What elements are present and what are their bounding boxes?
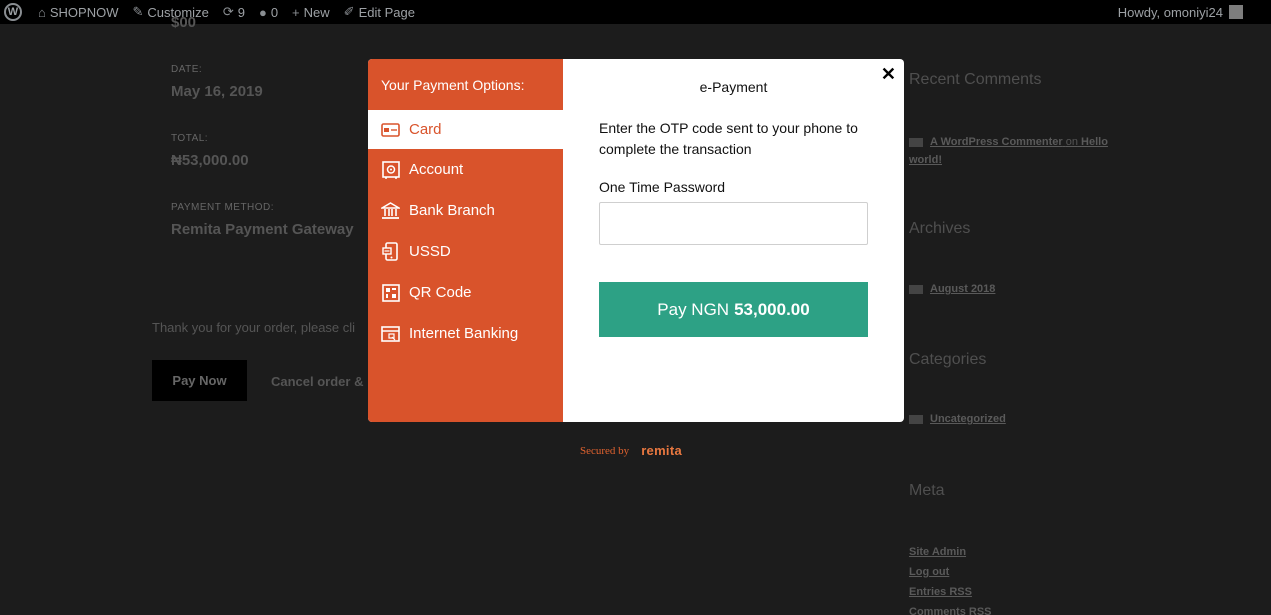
payment-options-menu: Your Payment Options: Card Account Bank … — [368, 59, 563, 422]
on-text: on — [1065, 136, 1078, 148]
meta-link-logout[interactable]: Log out — [909, 566, 949, 578]
folder-icon — [909, 284, 923, 294]
meta-title: Meta — [909, 482, 945, 499]
new-content-link[interactable]: + New — [292, 0, 338, 24]
avatar — [1229, 5, 1243, 19]
folder-icon — [909, 414, 923, 424]
recent-comment-item: A WordPress Commenter on Hello world! — [909, 133, 1129, 169]
site-name-link[interactable]: ⌂ SHOPNOW — [38, 0, 126, 24]
pay-now-button[interactable]: Pay Now — [152, 360, 247, 401]
payment-method-value: Remita Payment Gateway — [171, 221, 354, 238]
date-label: DATE: — [171, 64, 203, 75]
thanks-text: Thank you for your order, please cli — [152, 320, 356, 335]
comments-link[interactable]: ● 0 — [259, 0, 286, 24]
total-label: TOTAL: — [171, 133, 209, 144]
payment-modal: Your Payment Options: Card Account Bank … — [368, 59, 904, 422]
date-value: May 16, 2019 — [171, 83, 263, 100]
panel-title: e-Payment — [699, 79, 768, 95]
category-link[interactable]: Uncategorized — [909, 413, 1006, 425]
commenter-link[interactable]: A WordPress Commenter — [930, 136, 1063, 148]
safe-icon — [381, 160, 400, 179]
total-value: ₦53,000.00 — [171, 152, 249, 169]
card-icon — [381, 120, 400, 139]
comment-bubble-icon: ● — [258, 4, 267, 20]
archive-link[interactable]: August 2018 — [909, 283, 995, 295]
option-internet-banking[interactable]: Internet Banking — [368, 313, 563, 354]
meta-link-entries-rss[interactable]: Entries RSS — [909, 586, 972, 598]
option-bank-branch[interactable]: Bank Branch — [368, 190, 563, 231]
option-card[interactable]: Card — [368, 110, 563, 149]
comment-icon — [909, 137, 923, 147]
payment-method-label: PAYMENT METHOD: — [171, 202, 275, 213]
pencil-icon: ✐ — [343, 4, 355, 19]
cancel-order-link[interactable]: Cancel order & re — [271, 374, 379, 389]
option-qr-code[interactable]: QR Code — [368, 272, 563, 313]
secured-by-footer: Secured by remita — [580, 443, 682, 458]
archives-title: Archives — [909, 220, 971, 237]
option-ussd[interactable]: USSD — [368, 231, 563, 272]
option-account[interactable]: Account — [368, 149, 563, 190]
browser-icon — [381, 324, 400, 343]
qr-code-icon — [381, 283, 400, 302]
updates-link[interactable]: ⟳ 9 — [223, 0, 253, 24]
refresh-icon: ⟳ — [222, 4, 234, 19]
categories-title: Categories — [909, 351, 987, 368]
account-menu[interactable]: Howdy, omoniyi24 — [1118, 5, 1271, 20]
dashboard-icon: ⌂ — [38, 4, 46, 20]
bank-icon — [381, 201, 400, 220]
otp-instructions: Enter the OTP code sent to your phone to… — [599, 120, 858, 157]
order-top-value: $00 — [171, 14, 197, 31]
payment-options-title: Your Payment Options: — [381, 76, 525, 93]
otp-label: One Time Password — [599, 179, 726, 195]
secured-by-text: Secured by — [580, 444, 630, 457]
meta-link-site-admin[interactable]: Site Admin — [909, 546, 966, 558]
close-icon[interactable]: ✕ — [881, 64, 896, 85]
meta-link-comments-rss[interactable]: Comments RSS — [909, 606, 992, 615]
plus-icon: + — [292, 4, 300, 20]
recent-comments-title: Recent Comments — [909, 71, 1042, 88]
phone-icon — [381, 242, 400, 261]
pay-button-prefix: Pay NGN — [657, 299, 730, 319]
wordpress-logo-icon[interactable]: W — [0, 0, 38, 24]
pay-button-amount: 53,000.00 — [734, 299, 810, 319]
payment-panel: e-Payment ✕ Enter the OTP code sent to y… — [563, 59, 904, 422]
pay-button[interactable]: Pay NGN 53,000.00 — [599, 282, 868, 337]
remita-logo: remita — [641, 443, 683, 458]
edit-page-link[interactable]: ✐ Edit Page — [344, 0, 423, 24]
brush-icon: ✎ — [132, 4, 144, 19]
otp-input[interactable] — [599, 202, 868, 245]
